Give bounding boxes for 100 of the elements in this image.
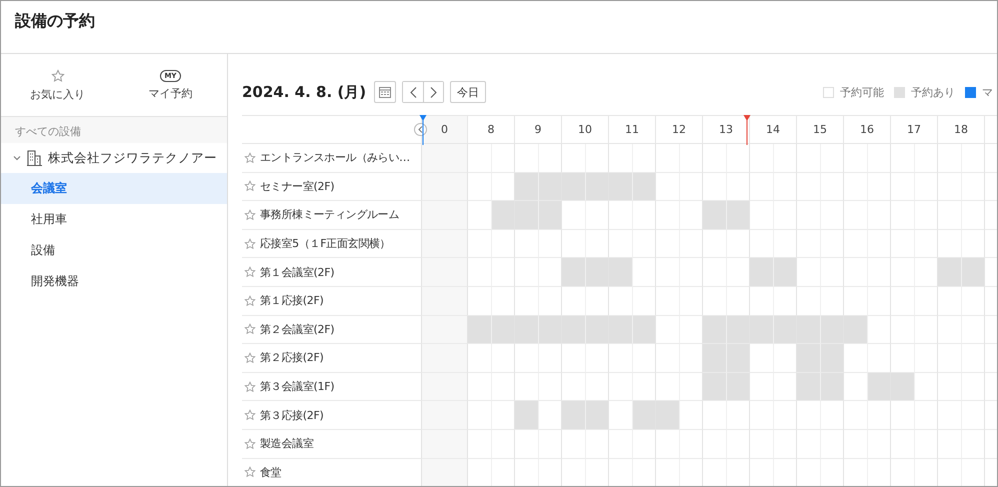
time-slot[interactable] bbox=[584, 230, 608, 258]
time-slot[interactable] bbox=[702, 458, 726, 486]
time-slot[interactable] bbox=[772, 458, 796, 486]
time-slot[interactable] bbox=[772, 430, 796, 459]
time-slot[interactable] bbox=[749, 372, 772, 402]
time-slot[interactable] bbox=[702, 144, 726, 173]
time-slot[interactable] bbox=[843, 401, 866, 430]
facility-name[interactable]: 事務所棟ミーティングルーム bbox=[260, 207, 400, 222]
time-slot[interactable] bbox=[914, 286, 937, 316]
time-slot[interactable] bbox=[890, 230, 914, 258]
time-slot[interactable] bbox=[467, 144, 490, 173]
time-slot[interactable] bbox=[678, 230, 702, 258]
time-slot[interactable] bbox=[772, 316, 796, 344]
time-slot[interactable] bbox=[467, 201, 490, 230]
time-slot[interactable] bbox=[726, 316, 749, 344]
time-slot[interactable] bbox=[796, 458, 820, 486]
time-slot[interactable] bbox=[866, 258, 890, 287]
time-slot[interactable] bbox=[890, 286, 914, 316]
time-slot[interactable] bbox=[467, 430, 490, 459]
time-slot[interactable] bbox=[937, 344, 960, 373]
time-slot[interactable] bbox=[608, 258, 632, 287]
facility-name[interactable]: 第１会議室(2F) bbox=[260, 264, 334, 280]
time-slot[interactable] bbox=[843, 201, 866, 230]
time-slot[interactable] bbox=[702, 430, 726, 459]
time-slot[interactable] bbox=[749, 286, 772, 316]
time-slot[interactable] bbox=[843, 458, 866, 486]
time-slot[interactable] bbox=[772, 172, 796, 202]
time-slot[interactable] bbox=[655, 258, 678, 287]
time-slot[interactable] bbox=[584, 172, 608, 202]
time-slot[interactable] bbox=[890, 401, 914, 430]
time-slot[interactable] bbox=[584, 144, 608, 173]
time-slot[interactable] bbox=[514, 144, 538, 173]
facility-name[interactable]: 応接室5（１F正面玄関横） bbox=[260, 236, 390, 252]
time-slot[interactable] bbox=[866, 372, 890, 402]
time-slot[interactable] bbox=[820, 316, 843, 344]
time-slot[interactable] bbox=[678, 144, 702, 173]
time-slot[interactable] bbox=[937, 286, 960, 316]
time-slot[interactable] bbox=[820, 372, 843, 402]
time-slot[interactable] bbox=[749, 230, 772, 258]
time-slot[interactable] bbox=[843, 372, 866, 402]
time-slot[interactable] bbox=[561, 258, 584, 287]
time-slot[interactable] bbox=[772, 230, 796, 258]
time-slot[interactable] bbox=[960, 458, 984, 486]
time-slot[interactable] bbox=[490, 458, 514, 486]
time-slot[interactable] bbox=[538, 286, 561, 316]
time-slot[interactable] bbox=[632, 430, 655, 459]
time-slot[interactable] bbox=[796, 144, 820, 173]
time-slot[interactable] bbox=[749, 172, 772, 202]
time-slot[interactable] bbox=[655, 230, 678, 258]
time-slot[interactable] bbox=[796, 430, 820, 459]
next-button[interactable] bbox=[423, 82, 444, 102]
time-slot[interactable] bbox=[749, 144, 772, 173]
time-slot[interactable] bbox=[866, 344, 890, 373]
time-slot[interactable] bbox=[584, 430, 608, 459]
time-slot[interactable] bbox=[490, 372, 514, 402]
time-slot[interactable] bbox=[960, 430, 984, 459]
time-slot[interactable] bbox=[914, 201, 937, 230]
time-slot[interactable] bbox=[866, 458, 890, 486]
time-slot[interactable] bbox=[960, 286, 984, 316]
time-slot[interactable] bbox=[514, 372, 538, 402]
star-icon[interactable] bbox=[244, 152, 256, 164]
time-slot[interactable] bbox=[702, 172, 726, 202]
time-slot[interactable] bbox=[820, 230, 843, 258]
time-slot[interactable] bbox=[632, 372, 655, 402]
time-slot[interactable] bbox=[514, 172, 538, 202]
time-slot[interactable] bbox=[678, 286, 702, 316]
time-slot[interactable] bbox=[937, 401, 960, 430]
time-slot[interactable] bbox=[678, 172, 702, 202]
time-slot[interactable] bbox=[726, 458, 749, 486]
time-slot[interactable] bbox=[490, 258, 514, 287]
time-slot[interactable] bbox=[726, 230, 749, 258]
time-slot[interactable] bbox=[726, 372, 749, 402]
time-slot[interactable] bbox=[772, 258, 796, 287]
time-slot[interactable] bbox=[490, 144, 514, 173]
time-slot[interactable] bbox=[467, 172, 490, 202]
time-slot[interactable] bbox=[960, 258, 984, 287]
time-slot[interactable] bbox=[726, 401, 749, 430]
time-slot[interactable] bbox=[866, 286, 890, 316]
time-slot[interactable] bbox=[632, 316, 655, 344]
time-slot[interactable] bbox=[655, 430, 678, 459]
time-slot[interactable] bbox=[914, 230, 937, 258]
time-slot[interactable] bbox=[960, 316, 984, 344]
time-slot[interactable] bbox=[608, 230, 632, 258]
time-slot[interactable] bbox=[843, 172, 866, 202]
time-slot[interactable] bbox=[655, 286, 678, 316]
time-slot[interactable] bbox=[726, 344, 749, 373]
time-slot[interactable] bbox=[608, 286, 632, 316]
time-slot[interactable] bbox=[632, 458, 655, 486]
time-slot[interactable] bbox=[749, 401, 772, 430]
time-slot[interactable] bbox=[538, 258, 561, 287]
time-slot[interactable] bbox=[890, 458, 914, 486]
time-slot[interactable] bbox=[960, 172, 984, 202]
time-slot[interactable] bbox=[538, 372, 561, 402]
time-slot[interactable] bbox=[655, 458, 678, 486]
category-item[interactable]: 社用車 bbox=[1, 204, 227, 235]
time-slot[interactable] bbox=[514, 201, 538, 230]
time-slot[interactable] bbox=[678, 401, 702, 430]
time-slot[interactable] bbox=[538, 430, 561, 459]
time-slot[interactable] bbox=[561, 458, 584, 486]
time-slot[interactable] bbox=[820, 430, 843, 459]
